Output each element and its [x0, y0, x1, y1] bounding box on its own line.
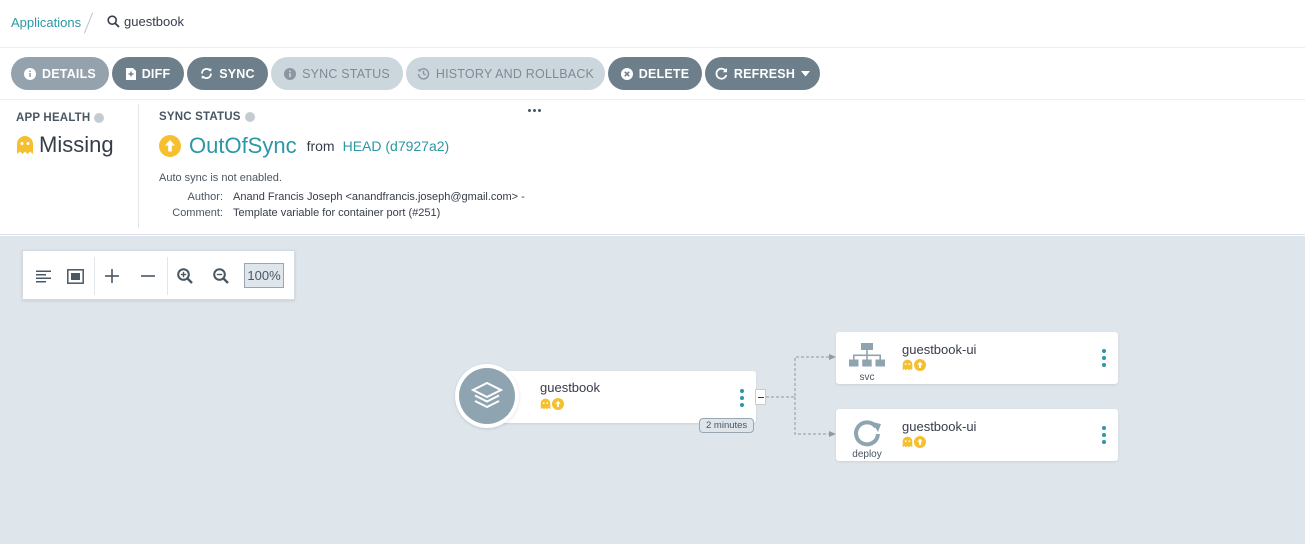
breadcrumb-separator [83, 12, 94, 34]
history-rollback-button[interactable]: HISTORY AND ROLLBACK [406, 57, 605, 90]
app-health-title: APP HEALTH [16, 112, 105, 124]
author-key: Author: [187, 191, 223, 203]
sync-status-label: SYNC STATUS [302, 66, 390, 81]
layers-icon [471, 381, 503, 409]
history-icon [417, 68, 430, 80]
caret-down-icon [801, 70, 811, 76]
ghost-icon [902, 359, 913, 371]
sync-status-button[interactable]: SYNC STATUS [271, 57, 403, 90]
sync-status-value: OutOfSync from HEAD (d7927a2) [159, 133, 449, 159]
sync-status-text: OutOfSync [189, 133, 297, 158]
breadcrumb-applications-link[interactable]: Applications [11, 15, 81, 30]
delete-button[interactable]: DELETE [608, 57, 702, 90]
ghost-icon [902, 436, 913, 448]
refresh-icon [715, 67, 728, 80]
resource-kind-label: deploy [852, 449, 882, 460]
refresh-button[interactable]: REFRESH [705, 57, 820, 90]
resource-node-name: guestbook-ui [902, 419, 977, 434]
comment-key: Comment: [172, 207, 223, 219]
revision-link[interactable]: HEAD (d7927a2) [343, 138, 450, 154]
resource-node-svc[interactable]: svc guestbook-ui [836, 332, 1118, 384]
service-icon [849, 343, 885, 367]
sync-status-title: SYNC STATUS [159, 111, 255, 123]
arrow-up-circle-icon [159, 135, 181, 157]
resource-node-menu[interactable] [1102, 426, 1106, 444]
app-node-guestbook[interactable]: guestbook [490, 371, 756, 423]
sync-button[interactable]: SYNC [187, 57, 268, 90]
resource-node-deploy[interactable]: deploy guestbook-ui [836, 409, 1118, 461]
sync-from-label: from [306, 138, 335, 154]
resource-status-badges [902, 359, 926, 371]
sync-status-title-text: SYNC STATUS [159, 111, 241, 123]
app-health-title-text: APP HEALTH [16, 112, 91, 124]
app-node-age: 2 minutes [699, 418, 755, 433]
app-node-name: guestbook [540, 380, 600, 395]
details-button[interactable]: DETAILS [11, 57, 109, 90]
resource-node-menu[interactable] [1102, 349, 1106, 367]
app-toolbar: DETAILS DIFF SYNC SYNC STATUS HISTORY AN… [0, 48, 1305, 100]
sync-status-more-menu[interactable] [528, 109, 541, 112]
help-icon[interactable] [244, 112, 255, 122]
app-node-menu[interactable] [740, 389, 744, 407]
resource-tree-canvas[interactable]: 100% guestbook 2 minutes svc guestbook-u… [0, 236, 1305, 544]
help-icon[interactable] [94, 113, 105, 123]
breadcrumb-current-label: guestbook [124, 14, 184, 29]
diff-label: DIFF [141, 66, 171, 81]
arrow-up-circle-icon [914, 436, 926, 448]
status-divider [138, 104, 139, 228]
resource-kind-label: svc [859, 372, 875, 383]
info-icon [284, 67, 297, 80]
arrow-up-circle-icon [552, 398, 564, 410]
resource-node-name: guestbook-ui [902, 342, 977, 357]
app-health-text: Missing [39, 132, 114, 157]
app-node-status-badges [540, 398, 564, 410]
app-health-value: Missing [16, 132, 114, 158]
comment-value: Template variable for container port (#2… [233, 207, 441, 219]
resource-status-badges [902, 436, 926, 448]
file-diff-icon [125, 67, 136, 80]
arrow-up-circle-icon [914, 359, 926, 371]
breadcrumb-current[interactable]: guestbook [107, 14, 184, 29]
history-label: HISTORY AND ROLLBACK [435, 66, 595, 81]
auto-sync-note: Auto sync is not enabled. [159, 172, 282, 184]
diff-button[interactable]: DIFF [112, 57, 184, 90]
refresh-label: REFRESH [733, 66, 796, 81]
search-icon [107, 15, 120, 28]
status-panel: APP HEALTH Missing SYNC STATUS OutOfSync… [0, 100, 1305, 235]
ghost-icon [17, 136, 33, 154]
delete-label: DELETE [638, 66, 690, 81]
details-label: DETAILS [42, 66, 96, 81]
sync-icon [201, 67, 213, 80]
sync-label: SYNC [219, 66, 255, 81]
close-circle-icon [620, 67, 633, 80]
info-icon [24, 67, 37, 80]
app-node-icon [455, 364, 519, 428]
collapse-children-button[interactable] [755, 389, 766, 405]
breadcrumb: Applications guestbook [0, 0, 1305, 48]
ghost-icon [540, 398, 551, 410]
deployment-icon [854, 420, 881, 447]
author-value: Anand Francis Joseph <anandfrancis.josep… [233, 191, 525, 203]
